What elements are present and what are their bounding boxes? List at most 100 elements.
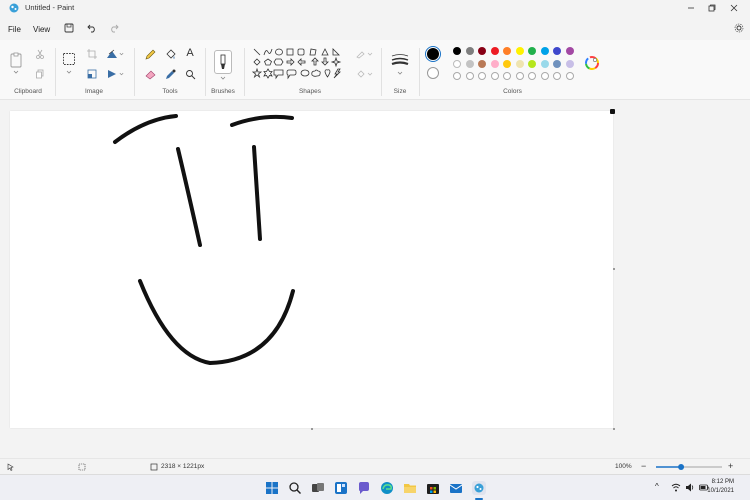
select-button[interactable] [62,52,76,66]
scissors-icon [36,49,44,59]
size-button[interactable] [390,52,410,68]
shapes-gallery[interactable] [252,47,346,81]
edit-colors-button[interactable] [585,56,599,70]
canvas-corner-handle[interactable] [610,109,615,114]
tray-chevron-up-icon[interactable]: ^ [655,482,659,491]
fill-button[interactable] [356,68,374,80]
palette-swatch[interactable] [453,60,461,68]
custom-color-swatch[interactable] [503,72,511,80]
zoom-in-button[interactable]: + [728,461,733,471]
close-button[interactable] [728,2,740,14]
custom-color-swatch[interactable] [528,72,536,80]
task-view-icon[interactable] [311,481,325,495]
palette-swatch[interactable] [540,47,549,55]
flip-button[interactable] [106,68,118,80]
rotate-button[interactable] [106,48,118,60]
flip-chevron-down-icon[interactable] [119,72,124,76]
chat-icon[interactable] [357,481,371,495]
store-icon[interactable] [426,481,440,495]
custom-color-swatch[interactable] [565,72,574,80]
search-icon[interactable] [288,481,302,495]
drawing-canvas[interactable] [10,111,613,428]
rounded-rectangle-shape-icon [297,48,305,56]
palette-swatch[interactable] [453,47,461,55]
secondary-color-button[interactable] [427,67,439,79]
undo-button[interactable] [86,22,98,34]
wifi-icon[interactable] [671,483,681,492]
palette-swatch[interactable] [478,47,486,55]
save-button[interactable] [63,22,75,34]
four-point-star-shape-icon [330,56,342,68]
primary-color-button[interactable] [425,46,441,62]
custom-color-swatch[interactable] [478,72,486,80]
palette-swatch[interactable] [490,60,499,68]
pencil-tool[interactable] [144,48,156,60]
custom-color-swatch[interactable] [515,72,524,80]
edge-browser-icon[interactable] [380,481,394,495]
text-tool[interactable]: A [184,47,196,59]
palette-swatch[interactable] [515,60,524,68]
zoom-out-button[interactable]: − [641,461,646,471]
custom-color-swatch[interactable] [540,72,549,80]
outline-button[interactable] [356,48,374,60]
start-icon[interactable] [265,481,279,495]
palette-swatch[interactable] [465,47,474,55]
palette-swatch[interactable] [515,47,524,55]
palette-swatch[interactable] [503,47,511,55]
brushes-chevron-down-icon[interactable] [220,76,226,80]
custom-color-swatch[interactable] [490,72,499,80]
clipboard-icon [10,52,22,68]
custom-color-swatch[interactable] [465,72,474,80]
rotate-chevron-down-icon[interactable] [119,52,124,56]
lightning-shape-icon [333,68,341,79]
copy-button[interactable] [34,68,46,80]
size-chevron-down-icon[interactable] [397,71,403,75]
settings-button[interactable] [733,22,745,34]
restore-button[interactable] [706,2,718,14]
palette-swatch[interactable] [503,60,511,68]
select-chevron-down-icon[interactable] [66,70,72,74]
eraser-tool[interactable] [144,68,156,80]
view-menu[interactable]: View [33,25,50,34]
down-arrow-shape-icon [321,57,329,66]
paint-bucket-icon [165,48,176,59]
paint-taskbar-icon[interactable] [472,481,486,495]
brushes-button[interactable] [214,50,232,74]
minimize-button[interactable] [685,2,697,14]
fill-tool[interactable] [164,48,176,60]
cut-button[interactable] [34,48,46,60]
palette-swatch[interactable] [478,60,486,68]
palette-swatch[interactable] [565,47,574,55]
palette-swatch[interactable] [540,60,549,68]
magnifier-tool[interactable] [184,68,196,80]
palette-swatch[interactable] [490,47,499,55]
clock-date[interactable]: 10/1/2021 [707,488,734,494]
canvas-bottom-right-handle[interactable] [613,428,615,430]
magnifier-icon [185,69,195,79]
paste-button[interactable] [9,52,23,68]
zoom-slider[interactable] [655,462,723,472]
palette-swatch[interactable] [528,47,536,55]
custom-color-swatch[interactable] [453,72,461,80]
resize-button[interactable] [86,68,98,80]
canvas-bottom-handle[interactable] [311,428,313,430]
palette-swatch[interactable] [528,60,536,68]
crop-button[interactable] [86,48,98,60]
widgets-icon[interactable] [334,481,348,495]
palette-swatch[interactable] [565,60,574,68]
volume-icon[interactable] [685,483,695,492]
paste-chevron-down-icon[interactable] [13,70,19,74]
six-point-star-shape-icon [263,68,273,79]
mail-icon[interactable] [449,481,463,495]
redo-button[interactable] [108,22,120,34]
brush-icon [220,54,226,69]
file-menu[interactable]: File [8,25,21,34]
palette-swatch[interactable] [553,60,561,68]
custom-color-swatch[interactable] [553,72,561,80]
palette-swatch[interactable] [465,60,474,68]
file-explorer-icon[interactable] [403,481,417,495]
color-picker-tool[interactable] [164,68,176,80]
clock-time[interactable]: 8:12 PM [712,479,734,485]
palette-swatch[interactable] [553,47,561,55]
canvas-right-handle[interactable] [613,268,615,270]
